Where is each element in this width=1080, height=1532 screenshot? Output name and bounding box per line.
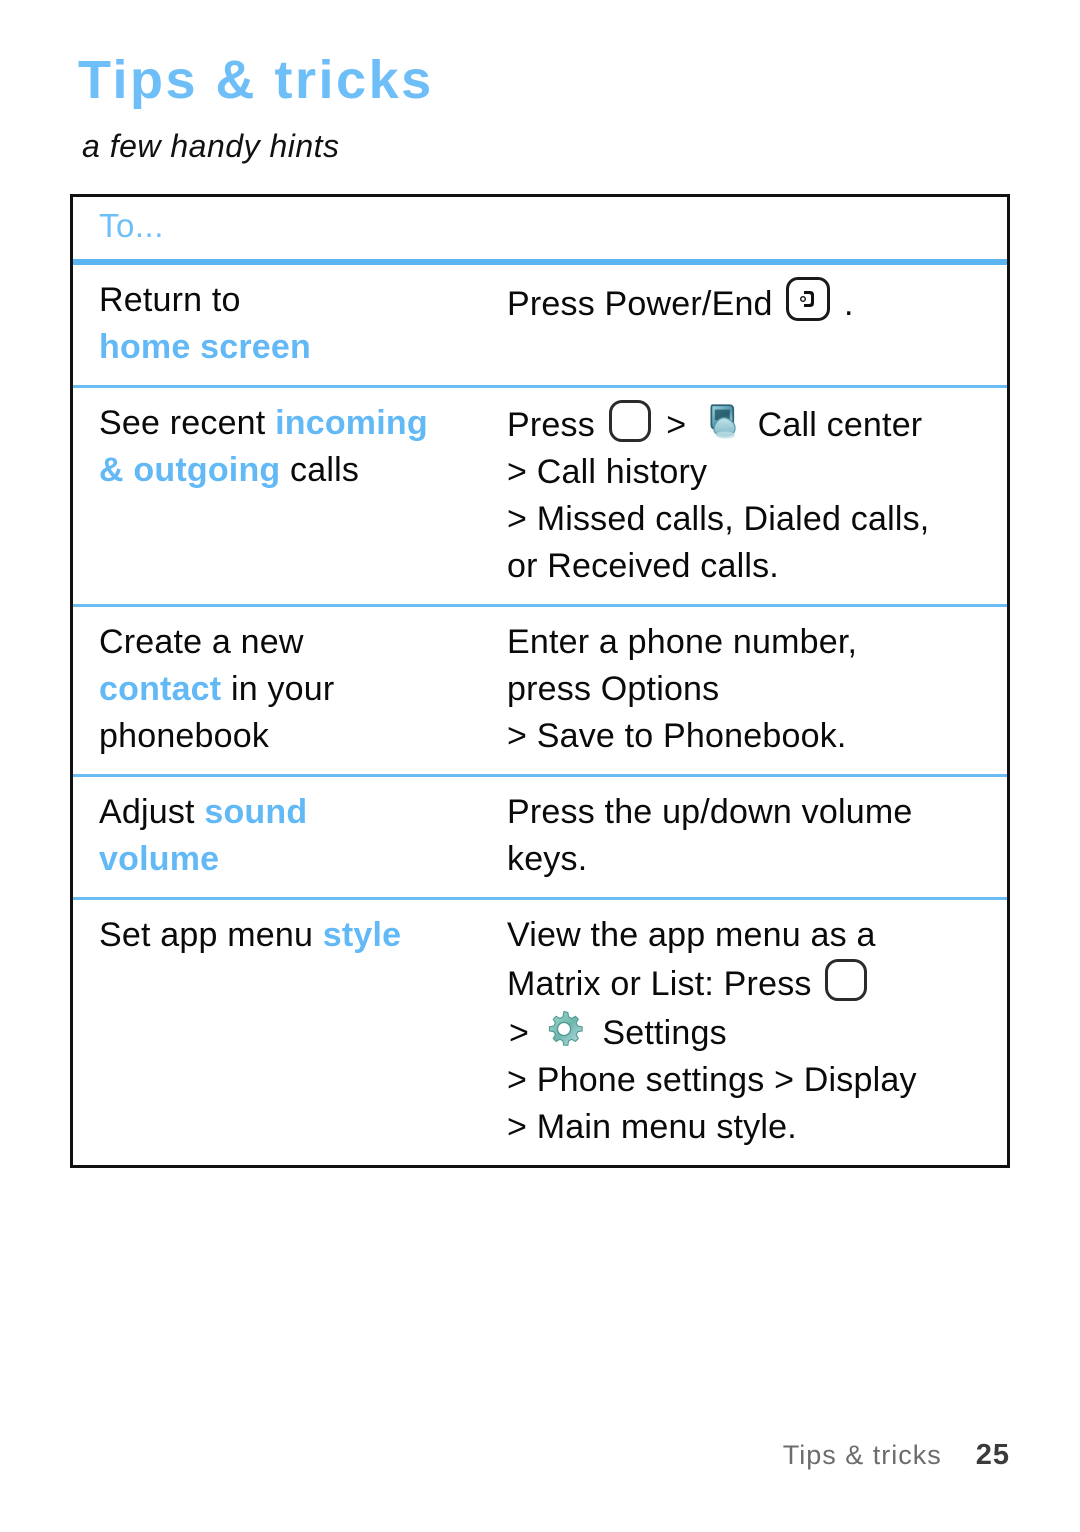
table-cell-steps: Press > Call center > Call history > Mis…	[503, 388, 1007, 604]
step-text: Matrix or List: Press	[507, 965, 812, 1003]
task-text: Adjust	[99, 793, 195, 831]
step-line: > Settings	[507, 1008, 1001, 1057]
table-cell-task: Return to home screen	[73, 265, 503, 385]
step-chevron: >	[666, 406, 687, 444]
table-cell-task: Set app menu style	[73, 900, 503, 973]
task-text: in your	[230, 670, 335, 708]
table-cell-steps: View the app menu as a Matrix or List: P…	[503, 900, 1007, 1165]
step-text-suffix: Call center	[757, 406, 923, 444]
table-column-header-to: To...	[99, 207, 164, 244]
step-chevron: >	[509, 1014, 530, 1052]
table-cell-task: Create a new contact in your phonebook	[73, 607, 503, 774]
center-select-key-icon	[825, 959, 868, 1001]
step-line: > Phone settings > Display	[507, 1061, 917, 1099]
step-line: View the app menu as a	[507, 916, 876, 954]
task-text-highlight: style	[322, 916, 402, 954]
step-line: Matrix or List: Press	[507, 959, 1001, 1008]
step-text-suffix: .	[843, 285, 854, 323]
table-cell-steps: Enter a phone number, press Options > Sa…	[503, 607, 1007, 774]
table-cell-steps: Press the up/down volume keys.	[503, 777, 1007, 897]
center-select-key-icon	[608, 400, 651, 442]
table-cell-task: See recent incoming & outgoing calls	[73, 388, 503, 508]
step-line: or Received calls.	[507, 547, 779, 585]
step-line: press Options	[507, 670, 720, 708]
table-row: See recent incoming & outgoing calls Pre…	[73, 388, 1007, 604]
table-row: Set app menu style View the app menu as …	[73, 900, 1007, 1165]
task-line: Create a new	[99, 623, 304, 661]
table-row: Return to home screen Press Power/End .	[73, 265, 1007, 385]
table-row: Adjust sound volume Press the up/down vo…	[73, 777, 1007, 897]
handset-glyph-icon	[800, 291, 815, 307]
task-line: Return to	[99, 281, 241, 319]
step-text: Press Power/End	[507, 285, 773, 323]
task-line-highlight: volume	[99, 840, 220, 878]
task-text-highlight: incoming	[275, 404, 428, 442]
task-text-highlight: sound	[204, 793, 308, 831]
footer-page-number: 25	[975, 1439, 1010, 1471]
task-line: & outgoing calls	[99, 447, 497, 494]
task-text: See recent	[99, 404, 266, 442]
page-subtitle: a few handy hints	[82, 128, 340, 164]
page-footer: Tips & tricks 25	[783, 1439, 1010, 1472]
task-text-highlight: & outgoing	[99, 451, 281, 489]
step-line: > Save to Phonebook.	[507, 717, 847, 755]
table-row: Create a new contact in your phonebook E…	[73, 607, 1007, 774]
task-text: calls	[290, 451, 360, 489]
step-line: > Missed calls, Dialed calls,	[507, 500, 930, 538]
table-cell-task: Adjust sound volume	[73, 777, 503, 897]
task-text-highlight: contact	[99, 670, 222, 708]
step-line: > Main menu style.	[507, 1108, 797, 1146]
step-line: Press Power/End .	[507, 277, 1001, 328]
step-line: > Call history	[507, 453, 708, 491]
table-header: To...	[73, 197, 1007, 259]
task-line: phonebook	[99, 717, 270, 755]
manual-page: Tips & tricks a few handy hints To... Re…	[0, 0, 1080, 1532]
step-line: Press > Call center	[507, 400, 1001, 449]
footer-section-label: Tips & tricks	[782, 1440, 942, 1470]
step-line: keys.	[507, 840, 588, 878]
task-line: See recent incoming	[99, 400, 497, 447]
task-text: Set app menu	[99, 916, 314, 954]
settings-gear-icon	[548, 1010, 583, 1046]
power-end-key-icon	[786, 277, 831, 321]
step-line: Press the up/down volume	[507, 793, 913, 831]
call-center-icon	[710, 404, 736, 439]
task-line: Adjust sound	[99, 789, 497, 836]
page-title: Tips & tricks	[78, 50, 434, 110]
table-cell-steps: Press Power/End .	[503, 265, 1007, 342]
step-text-suffix: Settings	[602, 1014, 727, 1052]
tips-table: To... Return to home screen Press Power/…	[70, 194, 1010, 1168]
step-line: Enter a phone number,	[507, 623, 858, 661]
task-line: contact in your	[99, 666, 497, 713]
step-text: Press	[507, 406, 595, 444]
task-line-highlight: home screen	[99, 328, 311, 366]
task-line: Set app menu style	[99, 912, 497, 959]
